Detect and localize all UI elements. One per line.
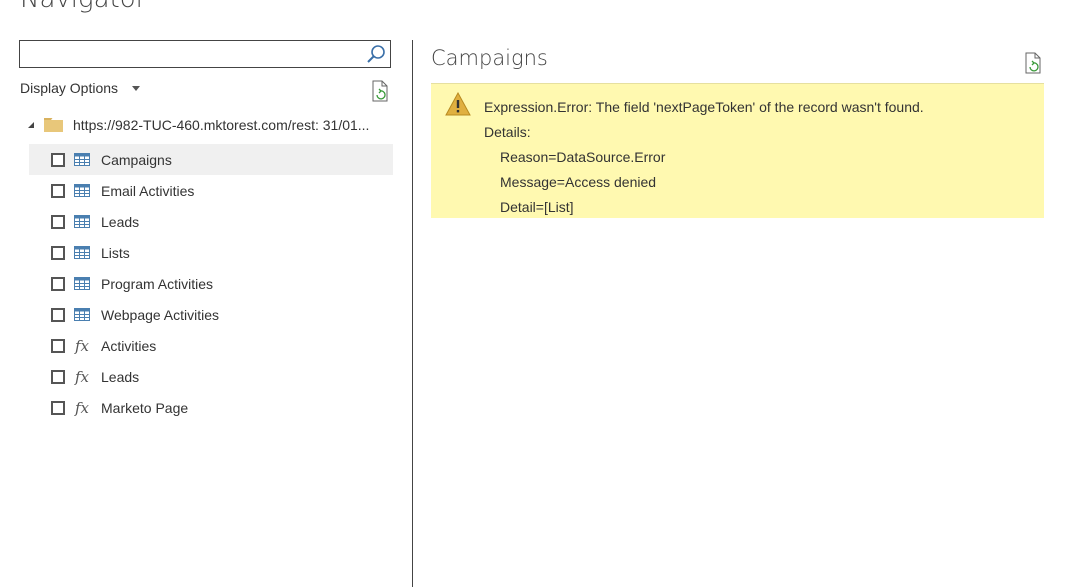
pane-divider[interactable] <box>412 40 413 587</box>
tree-item-activities-function[interactable]: fx Activities <box>29 330 393 361</box>
item-checkbox[interactable] <box>51 307 65 322</box>
search-input[interactable] <box>19 40 391 68</box>
tree-item-label: Program Activities <box>101 275 214 292</box>
item-checkbox[interactable] <box>51 183 65 198</box>
window-title: Navigator <box>20 0 146 14</box>
error-message-panel: Expression.Error: The field 'nextPageTok… <box>431 83 1044 218</box>
function-fx-icon: fx <box>74 367 89 386</box>
tree-item-email-activities[interactable]: Email Activities <box>29 175 393 206</box>
expand-triangle-icon[interactable] <box>28 122 34 128</box>
chevron-down-icon <box>132 86 141 91</box>
error-detail-detail: Detail=[List] <box>500 199 574 215</box>
display-options-label: Display Options <box>20 80 119 96</box>
tree-item-label: Activities <box>101 337 157 354</box>
tree-root-node[interactable]: https://982-TUC-460.mktorest.com/rest: 3… <box>26 117 391 133</box>
item-checkbox[interactable] <box>51 400 65 415</box>
tree-item-leads-function[interactable]: fx Leads <box>29 361 393 392</box>
refresh-document-icon[interactable] <box>1024 52 1042 74</box>
item-checkbox[interactable] <box>51 245 65 260</box>
tree-item-program-activities[interactable]: Program Activities <box>29 268 393 299</box>
tree-item-label: Leads <box>101 368 140 385</box>
navigator-window: Navigator Display Options https://982-TU… <box>0 0 1068 587</box>
item-checkbox[interactable] <box>51 276 65 291</box>
error-detail-message: Message=Access denied <box>500 174 657 190</box>
item-checkbox[interactable] <box>51 369 65 384</box>
preview-title: Campaigns <box>431 46 548 70</box>
tree-root-label: https://982-TUC-460.mktorest.com/rest: 3… <box>73 117 370 133</box>
error-detail-reason: Reason=DataSource.Error <box>500 149 666 165</box>
tree-item-label: Lists <box>101 244 130 261</box>
display-options-dropdown[interactable]: Display Options <box>20 80 141 96</box>
tree-item-label: Leads <box>101 213 140 230</box>
tree-item-label: Marketo Page <box>101 399 189 416</box>
folder-icon <box>44 118 63 132</box>
table-icon <box>74 246 90 259</box>
tree-item-leads[interactable]: Leads <box>29 206 393 237</box>
navigator-tree: Campaigns Email Activities Leads Lists P… <box>29 144 393 423</box>
search-icon[interactable] <box>366 44 386 64</box>
error-details-label: Details: <box>484 124 531 140</box>
tree-item-label: Email Activities <box>101 182 195 199</box>
tree-item-label: Webpage Activities <box>101 306 220 323</box>
table-icon <box>74 308 90 321</box>
function-fx-icon: fx <box>74 336 89 355</box>
table-icon <box>74 277 90 290</box>
refresh-document-icon[interactable] <box>371 80 389 102</box>
error-headline: Expression.Error: The field 'nextPageTok… <box>484 99 924 115</box>
table-icon <box>74 215 90 228</box>
table-icon <box>74 184 90 197</box>
function-fx-icon: fx <box>74 398 89 417</box>
warning-icon <box>445 92 471 116</box>
item-checkbox[interactable] <box>51 152 65 167</box>
tree-item-lists[interactable]: Lists <box>29 237 393 268</box>
item-checkbox[interactable] <box>51 338 65 353</box>
tree-item-label: Campaigns <box>101 151 172 168</box>
tree-item-webpage-activities[interactable]: Webpage Activities <box>29 299 393 330</box>
item-checkbox[interactable] <box>51 214 65 229</box>
error-text: Expression.Error: The field 'nextPageTok… <box>484 95 924 220</box>
table-icon <box>74 153 90 166</box>
tree-item-marketo-page-function[interactable]: fx Marketo Page <box>29 392 393 423</box>
tree-item-campaigns[interactable]: Campaigns <box>29 144 393 175</box>
